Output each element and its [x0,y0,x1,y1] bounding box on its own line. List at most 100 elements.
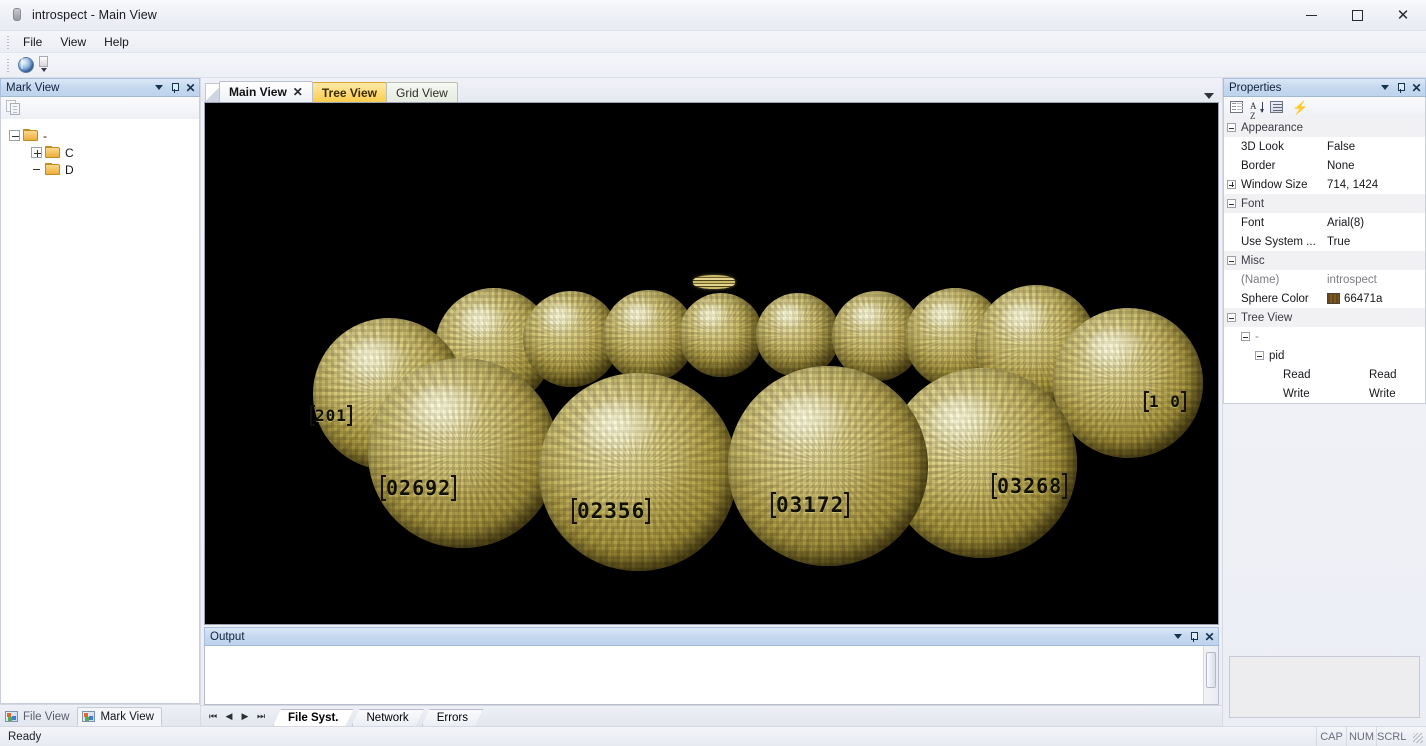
property-category-row[interactable]: Tree View [1224,308,1425,327]
property-row[interactable]: (Name) introspect [1224,270,1425,289]
property-category-row[interactable]: Font [1224,194,1425,213]
sphere-object[interactable]: 03172 [728,366,928,566]
property-gutter [1224,199,1238,208]
close-button[interactable]: ✕ [1380,0,1426,31]
mark-view-pin-icon[interactable] [167,79,182,96]
window-controls: ✕ [1288,0,1426,31]
output-scrollbar-thumb[interactable] [1206,652,1216,688]
menu-item-help[interactable]: Help [95,33,138,51]
property-row[interactable]: Sphere Color 66471a [1224,289,1425,308]
property-row[interactable]: Window Size 714, 1424 [1224,175,1425,194]
property-row[interactable]: pid [1224,346,1425,365]
nav-last-button[interactable]: ⏭ [253,707,269,726]
folder-icon [45,163,61,176]
output-scrollbar[interactable] [1203,646,1218,704]
collapse-icon[interactable] [1254,351,1264,360]
nav-first-button[interactable]: ⏮ [205,707,221,726]
expander-icon[interactable] [31,147,42,158]
copy-icon[interactable] [6,100,22,116]
output-pin-icon[interactable] [1186,628,1201,645]
menu-gripper[interactable] [5,33,11,50]
sheet-tab-network[interactable]: Network [352,709,424,726]
tree-node-c[interactable]: C [9,144,199,161]
collapse-icon[interactable] [1226,199,1236,208]
property-value[interactable]: Write [1366,388,1425,400]
tab-grid-view[interactable]: Grid View [386,82,458,102]
resize-grip[interactable] [1410,730,1424,744]
menu-item-file[interactable]: File [14,33,51,51]
nav-next-button[interactable]: ▶ [237,707,253,726]
property-value[interactable]: True [1324,236,1425,248]
dock-tab-file-view[interactable]: File View [0,707,77,726]
maximize-button[interactable] [1334,0,1380,31]
output-text-area[interactable] [204,646,1219,705]
flat-disc-object[interactable] [693,275,735,289]
alphabetical-icon[interactable]: AZ [1248,99,1266,121]
main-body: Mark View ✕ - C D File View Mark View Ma… [0,78,1426,726]
property-value[interactable]: False [1324,141,1425,153]
sphere-object[interactable]: 02692 [368,358,558,548]
property-row[interactable]: Use System ... True [1224,232,1425,251]
property-row[interactable]: - [1224,327,1425,346]
property-value[interactable]: 66471a [1324,293,1425,305]
sheet-tab-errors[interactable]: Errors [422,709,483,726]
collapse-icon[interactable] [1226,256,1236,265]
collapse-icon[interactable] [1226,313,1236,322]
sheet-tab-file-system[interactable]: File Syst. [273,709,354,726]
color-swatch[interactable] [1327,293,1340,304]
globe-icon[interactable] [14,54,37,76]
property-name: Border [1241,159,1276,172]
sphere-object[interactable] [756,293,840,377]
output-menu-icon[interactable] [1170,628,1185,645]
mark-view-tree[interactable]: - C D [0,119,200,704]
property-row[interactable]: 3D Look False [1224,137,1425,156]
sphere-object[interactable]: 1 0 [1053,308,1203,458]
property-row[interactable]: Font Arial(8) [1224,213,1425,232]
collapse-icon[interactable] [1240,332,1250,341]
tree-node-label: C [65,145,74,160]
properties-menu-icon[interactable] [1377,79,1392,96]
main-toolbar [0,53,1426,78]
minimize-button[interactable] [1288,0,1334,31]
dropdown-icon[interactable] [37,54,52,76]
3d-viewport[interactable]: 201 1 0 02692 02356 03172 03268 [204,102,1219,625]
expand-icon[interactable] [1226,180,1236,189]
properties-grid[interactable]: Appearance 3D Look False Border None Window S… [1223,118,1426,404]
tab-main-view[interactable]: Main View ✕ [219,81,313,102]
tab-tree-view[interactable]: Tree View [311,82,388,102]
dock-tab-mark-view[interactable]: Mark View [77,707,162,726]
toolbar-gripper[interactable] [5,57,11,73]
nav-previous-button[interactable]: ◀ [221,707,237,726]
tab-list-chevron-down-icon[interactable] [1204,93,1214,99]
mark-view-menu-icon[interactable] [151,79,166,96]
collapse-icon[interactable] [1226,123,1236,132]
sphere-label: 1 0 [1144,391,1186,412]
tree-node-label: D [65,162,74,177]
property-value[interactable]: 714, 1424 [1324,179,1425,191]
properties-close-icon[interactable]: ✕ [1409,79,1424,96]
mark-view-close-icon[interactable]: ✕ [183,79,198,96]
property-category-row[interactable]: Misc [1224,251,1425,270]
property-value[interactable]: Arial(8) [1324,217,1425,229]
property-row[interactable]: Read Read [1224,365,1425,384]
tree-node-root[interactable]: - [9,127,199,144]
tree-node-d[interactable]: D [9,161,199,178]
properties-pin-icon[interactable] [1393,79,1408,96]
output-close-icon[interactable]: ✕ [1202,628,1217,645]
events-icon[interactable]: ⚡ [1288,99,1308,116]
property-row[interactable]: Write Write [1224,384,1425,403]
property-value[interactable]: Read [1366,369,1425,381]
property-row[interactable]: Border None [1224,156,1425,175]
categorized-icon[interactable] [1228,99,1246,116]
expander-icon[interactable] [9,130,20,141]
tab-close-icon[interactable]: ✕ [293,85,303,99]
property-pages-icon[interactable] [1268,99,1286,116]
sphere-object[interactable] [679,293,763,377]
status-message: Ready [8,730,42,743]
color-value-text: 66471a [1344,292,1383,305]
property-value[interactable]: None [1324,160,1425,172]
output-panel-header: Output ✕ [204,627,1219,646]
sphere-object[interactable]: 02356 [539,373,737,571]
property-value[interactable]: introspect [1324,274,1425,286]
menu-item-view[interactable]: View [51,33,95,51]
